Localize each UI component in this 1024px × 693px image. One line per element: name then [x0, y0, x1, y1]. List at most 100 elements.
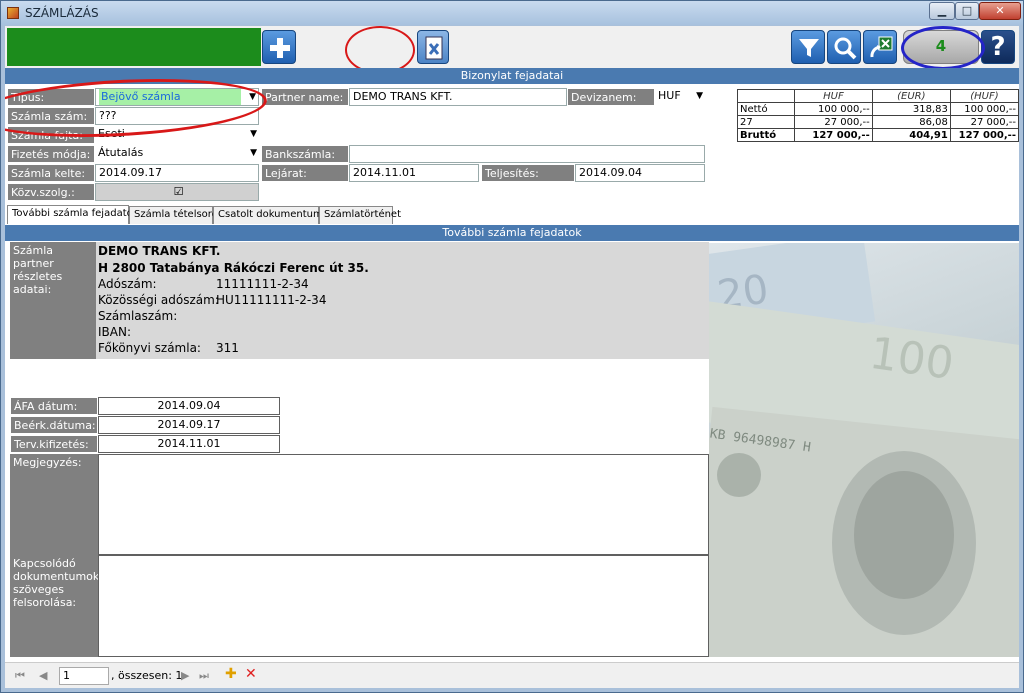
totals-table: HUF (EUR) (HUF) Nettó 100 000,-- 318,83 …	[736, 89, 1019, 142]
record-position-input[interactable]: 1	[59, 667, 109, 685]
bankszamla-input[interactable]	[349, 145, 705, 163]
table-cell: 100 000,--	[949, 102, 1019, 116]
table-row: Nettó 100 000,-- 318,83 100 000,--	[736, 102, 1019, 116]
window-title: SZÁMLÁZÁS	[25, 6, 99, 20]
table-cell: 318,83	[871, 102, 951, 116]
close-button[interactable]: ✕	[979, 2, 1021, 20]
table-cell: (EUR)	[871, 89, 951, 103]
tipus-value: Bejövő számla	[99, 89, 241, 105]
table-cell: 27 000,--	[949, 115, 1019, 129]
search-icon	[834, 37, 857, 60]
client-area: 4 ? Bizonylat fejadatai Típus: Bejövő sz…	[5, 26, 1019, 688]
status-indicator	[7, 28, 261, 66]
szamla-fajta-select[interactable]: Eseti ▼	[95, 126, 259, 144]
table-cell: HUF	[794, 89, 873, 103]
search-button[interactable]	[827, 30, 861, 64]
table-cell: 86,08	[871, 115, 951, 129]
main-window: SZÁMLÁZÁS ▁ □ ✕ 4 ? Bizonylat fejadatai …	[0, 0, 1024, 693]
help-button[interactable]: ?	[981, 30, 1015, 64]
partner-label: Partner name:	[261, 88, 349, 106]
lejarat-label: Lejárat:	[261, 164, 349, 182]
kelte-input[interactable]: 2014.09.17	[95, 164, 259, 182]
partner-detail-label: Számla partner részletes adatai:	[10, 242, 96, 359]
beerk-input[interactable]: 2014.09.17	[98, 416, 280, 434]
add-record-icon[interactable]: ✚	[225, 666, 237, 682]
table-row: 27 27 000,-- 86,08 27 000,--	[736, 115, 1019, 129]
lejarat-input[interactable]: 2014.11.01	[349, 164, 479, 182]
excel-export-button[interactable]	[863, 30, 897, 64]
banknote-illustration: 20 100 KB 96498987 H	[709, 243, 1019, 657]
partner-name: DEMO TRANS KFT.	[98, 244, 221, 258]
title-bar: SZÁMLÁZÁS ▁ □ ✕	[1, 1, 1023, 25]
delete-record-icon[interactable]: ✕	[245, 666, 257, 682]
table-cell: 127 000,--	[949, 128, 1019, 142]
table-cell	[736, 89, 796, 103]
tab-tovabbi-fejadatok[interactable]: További számla fejadatok	[7, 205, 139, 224]
iban-label: IBAN:	[98, 325, 131, 339]
fizetes-select[interactable]: Átutalás ▼	[95, 145, 259, 163]
adoszam-value: 11111111-2-34	[216, 277, 309, 291]
tab-tetelsorok[interactable]: Számla tételsorok	[129, 206, 224, 224]
chevron-down-icon: ▼	[250, 129, 257, 139]
terv-input[interactable]: 2014.11.01	[98, 435, 280, 453]
detail-section-title: További számla fejadatok	[5, 225, 1019, 241]
adoszam-label: Adószám:	[98, 277, 157, 291]
add-button[interactable]	[262, 30, 296, 64]
kapcsolodo-textarea[interactable]	[98, 555, 709, 657]
table-cell: Bruttó	[736, 128, 796, 142]
fokonyv-value: 311	[216, 341, 239, 355]
terv-label: Terv.kifizetés:	[10, 435, 98, 453]
clear-button[interactable]	[417, 30, 449, 64]
prev-record-icon[interactable]: ◀	[39, 669, 47, 682]
tipus-select[interactable]: Bejövő számla ▼	[95, 88, 259, 106]
filter-button[interactable]	[791, 30, 825, 64]
table-row: Bruttó 127 000,-- 404,91 127 000,--	[736, 128, 1019, 142]
kozv-label: Közv.szolg.:	[7, 183, 95, 201]
afa-input[interactable]: 2014.09.04	[98, 397, 280, 415]
kozossegi-label: Közösségi adószám:	[98, 293, 219, 307]
fokonyv-label: Főkönyvi számla:	[98, 341, 201, 355]
table-cell: (HUF)	[949, 89, 1019, 103]
tipus-label: Típus:	[7, 88, 95, 106]
tab-szamlatortenet[interactable]: Számlatörténet	[319, 206, 401, 224]
next-record-icon[interactable]: ▶	[181, 669, 189, 682]
bankszamla-label: Bankszámla:	[261, 145, 349, 163]
app-icon	[7, 7, 19, 19]
afa-label: ÁFA dátum:	[10, 397, 98, 415]
table-cell: 100 000,--	[794, 102, 873, 116]
szamlaszam-label: Számlaszám:	[98, 309, 178, 323]
megjegyzes-textarea[interactable]	[98, 454, 709, 555]
minimize-button[interactable]: ▁	[929, 2, 955, 20]
banknote-image: 20 100 KB 96498987 H	[709, 243, 1019, 657]
table-cell: 27 000,--	[794, 115, 873, 129]
record-navigator: ⏮ ◀ 1 , összesen: 1 ▶ ⏭ ✚ ✕	[5, 662, 1019, 688]
szamla-szam-input[interactable]: ???	[95, 107, 259, 125]
partner-address: H 2800 Tatabánya Rákóczi Ferenc út 35.	[98, 261, 369, 275]
table-cell: Nettó	[736, 102, 796, 116]
last-record-icon[interactable]: ⏭	[199, 669, 209, 683]
first-record-icon[interactable]: ⏮	[15, 669, 25, 683]
checkmark-icon: ☑	[173, 185, 184, 198]
megjegyzes-label: Megjegyzés:	[10, 454, 98, 555]
tab-csatolt-dokumentumok[interactable]: Csatolt dokumentumok	[213, 206, 335, 224]
szamla-szam-label: Számla szám:	[7, 107, 95, 125]
header-section-title: Bizonylat fejadatai	[5, 68, 1019, 84]
table-cell: 27	[736, 115, 796, 129]
partner-input[interactable]: DEMO TRANS KFT.	[349, 88, 567, 106]
kozv-checkbox[interactable]: ☑	[95, 183, 259, 201]
fizetes-value: Átutalás	[98, 146, 144, 159]
table-cell: 127 000,--	[794, 128, 873, 142]
kapcsolodo-label: Kapcsolódó dokumentumok szöveges felsoro…	[10, 555, 99, 657]
clear-document-icon	[425, 36, 443, 60]
kelte-label: Számla kelte:	[7, 164, 95, 182]
teljesites-input[interactable]: 2014.09.04	[575, 164, 705, 182]
maximize-button[interactable]: □	[955, 2, 979, 20]
fizetes-label: Fizetés módja:	[7, 145, 95, 163]
devizanem-value: HUF	[658, 89, 681, 102]
teljesites-label: Teljesítés:	[481, 164, 575, 182]
devizanem-label: Devizanem:	[567, 88, 655, 106]
chevron-down-icon: ▼	[250, 148, 257, 158]
toolbar: 4 ?	[5, 26, 1019, 74]
devizanem-select[interactable]: HUF ▼	[655, 88, 705, 106]
szamla-fajta-value: Eseti	[98, 127, 125, 140]
